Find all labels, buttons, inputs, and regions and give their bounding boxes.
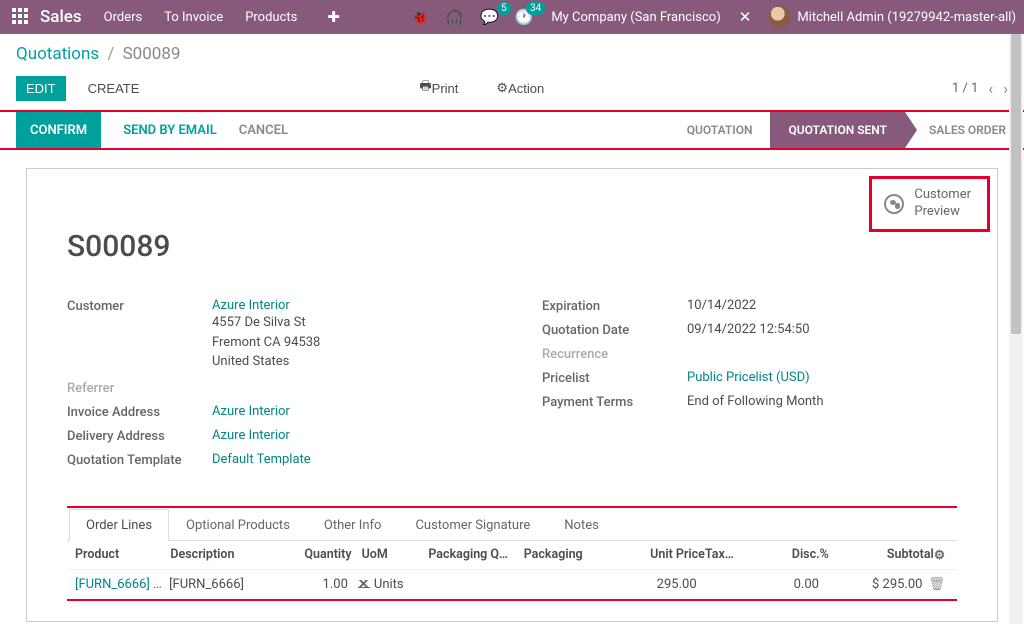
activities-icon[interactable]: 🕐34 xyxy=(515,8,534,26)
nav-orders[interactable]: Orders xyxy=(104,10,143,25)
nav-to-invoice[interactable]: To Invoice xyxy=(164,10,223,25)
col-discount: Disc.% xyxy=(753,547,829,563)
row-subtotal: $ 295.00 xyxy=(819,577,923,592)
label-recurrence: Recurrence xyxy=(542,346,687,362)
col-tax: Tax… xyxy=(705,547,753,563)
field-expiration: 10/14/2022 xyxy=(687,298,957,313)
support-icon[interactable]: 🎧 xyxy=(445,8,464,26)
label-payment-terms: Payment Terms xyxy=(542,394,687,410)
table-header: Product Description Quantity UoM Packagi… xyxy=(67,541,957,570)
customer-preview-button[interactable]: Customer Preview xyxy=(869,176,990,232)
forecast-icon[interactable] xyxy=(358,578,370,588)
cancel-button[interactable]: CANCEL xyxy=(239,123,288,138)
breadcrumb-leaf: S00089 xyxy=(123,44,181,64)
tools-icon[interactable]: ✕ xyxy=(739,8,752,26)
row-product[interactable]: [FURN_6666] … xyxy=(75,577,162,592)
print-icon: 🖶 xyxy=(419,77,431,99)
col-uom: UoM xyxy=(352,547,429,563)
tab-notes[interactable]: Notes xyxy=(547,509,616,541)
row-discount: 0.00 xyxy=(744,577,819,592)
tabs-section: Order Lines Optional Products Other Info… xyxy=(67,506,957,601)
table-row[interactable]: [FURN_6666] … [FURN_6666] 1.00 Units 295… xyxy=(67,570,957,599)
avatar[interactable] xyxy=(769,6,791,28)
nav-products[interactable]: Products xyxy=(245,10,297,25)
send-email-button[interactable]: SEND BY EMAIL xyxy=(123,123,217,138)
breadcrumb: Quotations / S00089 xyxy=(16,44,1008,64)
label-expiration: Expiration xyxy=(542,298,687,314)
company-selector[interactable]: My Company (San Francisco) xyxy=(551,10,720,25)
edit-button[interactable]: EDIT xyxy=(16,76,66,101)
label-quotation-date: Quotation Date xyxy=(542,322,687,338)
label-customer: Customer xyxy=(67,298,212,314)
form-sheet: Customer Preview S00089 CustomerAzure In… xyxy=(26,168,998,622)
field-quotation-date: 09/14/2022 12:54:50 xyxy=(687,322,957,337)
tab-other-info[interactable]: Other Info xyxy=(307,509,399,541)
globe-icon xyxy=(884,194,904,214)
create-button[interactable]: CREATE xyxy=(78,76,150,101)
invoice-address-link[interactable]: Azure Interior xyxy=(212,404,290,419)
apps-icon[interactable] xyxy=(12,8,30,26)
pricelist-link[interactable]: Public Pricelist (USD) xyxy=(687,370,810,385)
customer-link[interactable]: Azure Interior xyxy=(212,298,290,313)
bug-icon[interactable]: 🐞 xyxy=(411,8,430,26)
tab-optional-products[interactable]: Optional Products xyxy=(169,509,307,541)
label-template: Quotation Template xyxy=(67,452,212,468)
label-invoice-address: Invoice Address xyxy=(67,404,212,420)
top-navbar: Sales Orders To Invoice Products ✚ 🐞 🎧 💬… xyxy=(0,0,1024,34)
stage-sales-order[interactable]: SALES ORDER xyxy=(905,112,1024,148)
control-panel: Quotations / S00089 EDIT CREATE 🖶 Print … xyxy=(0,34,1024,110)
row-uom: Units xyxy=(374,577,404,592)
delivery-address-link[interactable]: Azure Interior xyxy=(212,428,290,443)
messages-icon[interactable]: 💬5 xyxy=(480,8,499,26)
col-subtotal: Subtotal xyxy=(829,547,934,563)
print-button[interactable]: 🖶 Print xyxy=(409,72,468,104)
label-pricelist: Pricelist xyxy=(542,370,687,386)
pager-next-icon[interactable]: › xyxy=(1003,79,1008,98)
user-menu[interactable]: Mitchell Admin (19279942-master-all) xyxy=(797,10,1016,25)
label-referrer: Referrer xyxy=(67,380,212,396)
row-unit-price: 295.00 xyxy=(612,577,697,592)
col-packaging-qty: Packaging Q… xyxy=(428,547,523,563)
order-name: S00089 xyxy=(67,229,957,264)
breadcrumb-root[interactable]: Quotations xyxy=(16,44,99,64)
activities-badge: 34 xyxy=(526,2,545,15)
pager-prev-icon[interactable]: ‹ xyxy=(988,79,993,98)
plus-icon[interactable]: ✚ xyxy=(327,8,340,26)
col-packaging: Packaging xyxy=(524,547,619,563)
delete-row-icon[interactable]: 🗑 xyxy=(928,577,945,592)
col-description: Description xyxy=(170,547,284,563)
tab-customer-signature[interactable]: Customer Signature xyxy=(398,509,547,541)
label-delivery-address: Delivery Address xyxy=(67,428,212,444)
status-bar: CONFIRM SEND BY EMAIL CANCEL QUOTATION Q… xyxy=(0,110,1024,150)
pager: 1 / 1 xyxy=(952,81,978,96)
stage-quotation-sent[interactable]: QUOTATION SENT xyxy=(770,112,905,148)
row-description: [FURN_6666] xyxy=(169,577,282,592)
col-unit-price: Unit Price xyxy=(619,547,705,563)
col-quantity: Quantity xyxy=(285,547,352,563)
scroll-thumb[interactable] xyxy=(1011,34,1021,334)
columns-config-icon[interactable]: ⚙ xyxy=(934,548,945,563)
template-link[interactable]: Default Template xyxy=(212,452,311,467)
tab-order-lines[interactable]: Order Lines xyxy=(69,509,169,541)
app-brand[interactable]: Sales xyxy=(40,7,82,27)
scrollbar[interactable] xyxy=(1009,34,1023,624)
row-quantity: 1.00 xyxy=(282,577,348,592)
stage-quotation[interactable]: QUOTATION xyxy=(669,112,771,148)
col-product: Product xyxy=(75,547,170,563)
messages-badge: 5 xyxy=(497,2,511,15)
action-button[interactable]: ⚙ Action xyxy=(486,72,554,104)
field-payment-terms: End of Following Month xyxy=(687,394,957,409)
confirm-button[interactable]: CONFIRM xyxy=(16,112,101,148)
gear-icon: ⚙ xyxy=(496,80,508,96)
